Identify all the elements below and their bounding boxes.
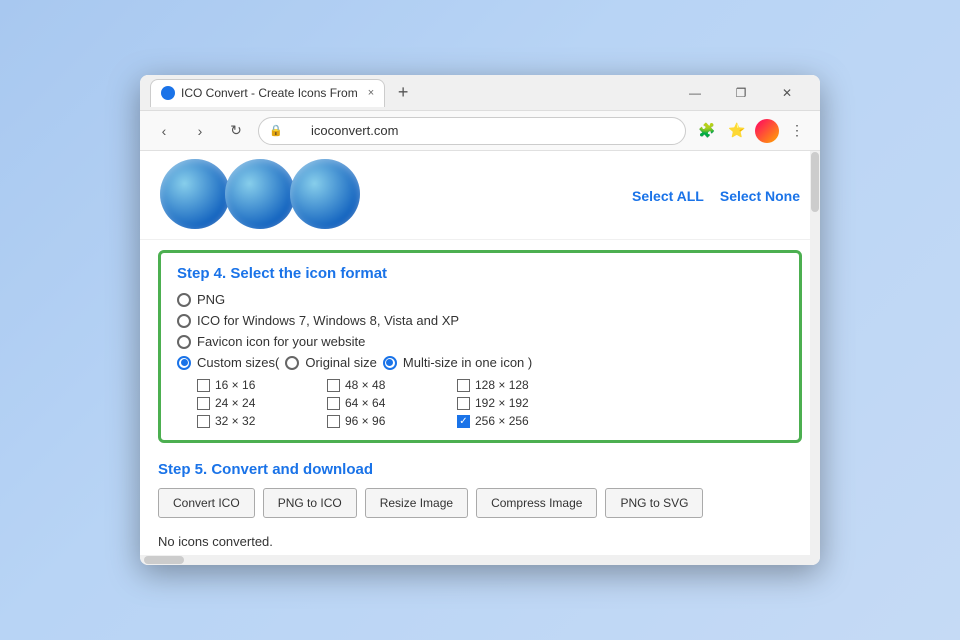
checkbox-128[interactable] xyxy=(457,379,470,392)
checkbox-16[interactable] xyxy=(197,379,210,392)
checkbox-96[interactable] xyxy=(327,415,340,428)
option-png[interactable]: PNG xyxy=(177,292,783,307)
url-text: icoconvert.com xyxy=(311,123,398,138)
address-bar-input[interactable]: 🔒 icoconvert.com xyxy=(258,117,686,145)
horizontal-scrollbar[interactable] xyxy=(140,555,820,565)
radio-png[interactable] xyxy=(177,293,191,307)
profile-icon[interactable] xyxy=(754,118,780,144)
checkbox-48[interactable] xyxy=(327,379,340,392)
size-option-3[interactable]: 24 × 24 xyxy=(197,396,317,410)
checkbox-64[interactable] xyxy=(327,397,340,410)
bookmark-icon[interactable]: ⭐ xyxy=(724,118,750,144)
radio-original-size[interactable] xyxy=(285,356,299,370)
sizes-grid: 16 × 16 48 × 48 128 × 128 24 × 24 64 × 6… xyxy=(197,378,783,428)
png-to-ico-button[interactable]: PNG to ICO xyxy=(263,488,357,518)
tab-close-button[interactable]: × xyxy=(368,87,374,99)
resize-image-button[interactable]: Resize Image xyxy=(365,488,468,518)
radio-custom-sizes[interactable] xyxy=(177,356,191,370)
option-ico-win[interactable]: ICO for Windows 7, Windows 8, Vista and … xyxy=(177,313,783,328)
address-bar: ‹ › ↻ 🔒 icoconvert.com 🧩 ⭐ ⋮ xyxy=(140,111,820,151)
top-section: Select ALL Select None xyxy=(140,151,820,240)
size-option-8[interactable]: ✓ 256 × 256 xyxy=(457,414,577,428)
window-controls: — ❐ ✕ xyxy=(672,75,810,111)
close-button[interactable]: ✕ xyxy=(764,75,810,111)
page-content: Select ALL Select None Step 4. Select th… xyxy=(140,151,820,555)
icon-preview-3 xyxy=(290,159,360,229)
icon-preview-1 xyxy=(160,159,230,229)
size-label-3: 24 × 24 xyxy=(215,396,255,410)
icon-preview-circles xyxy=(160,159,355,229)
size-label-4: 64 × 64 xyxy=(345,396,385,410)
custom-sizes-row: Custom sizes( Original size Multi-size i… xyxy=(177,355,783,370)
active-tab[interactable]: ICO Convert - Create Icons From × xyxy=(150,79,385,107)
step4-box: Step 4. Select the icon format PNG ICO f… xyxy=(158,250,802,443)
reload-button[interactable]: ↻ xyxy=(222,117,250,145)
size-option-0[interactable]: 16 × 16 xyxy=(197,378,317,392)
select-links: Select ALL Select None xyxy=(632,184,800,204)
size-option-5[interactable]: 192 × 192 xyxy=(457,396,577,410)
step4-title: Step 4. Select the icon format xyxy=(177,265,783,282)
size-label-0: 16 × 16 xyxy=(215,378,255,392)
scrollbar-thumb[interactable] xyxy=(811,152,819,212)
tab-favicon xyxy=(161,86,175,100)
vertical-scrollbar[interactable] xyxy=(810,151,820,555)
checkbox-24[interactable] xyxy=(197,397,210,410)
size-label-1: 48 × 48 xyxy=(345,378,385,392)
h-scrollbar-thumb[interactable] xyxy=(144,556,184,564)
png-to-svg-button[interactable]: PNG to SVG xyxy=(605,488,703,518)
select-none-link[interactable]: Select None xyxy=(720,188,800,204)
size-label-2: 128 × 128 xyxy=(475,378,529,392)
original-size-label: Original size xyxy=(305,355,377,370)
restore-button[interactable]: ❐ xyxy=(718,75,764,111)
title-bar: ICO Convert - Create Icons From × + — ❐ … xyxy=(140,75,820,111)
extensions-icon[interactable]: 🧩 xyxy=(694,118,720,144)
option-favicon[interactable]: Favicon icon for your website xyxy=(177,334,783,349)
size-label-8: 256 × 256 xyxy=(475,414,529,428)
size-option-1[interactable]: 48 × 48 xyxy=(327,378,447,392)
step5-section: Step 5. Convert and download Convert ICO… xyxy=(140,453,820,526)
profile-avatar xyxy=(755,119,779,143)
option-ico-win-label: ICO for Windows 7, Windows 8, Vista and … xyxy=(197,313,459,328)
select-all-link[interactable]: Select ALL xyxy=(632,188,704,204)
size-label-5: 192 × 192 xyxy=(475,396,529,410)
minimize-button[interactable]: — xyxy=(672,75,718,111)
option-png-label: PNG xyxy=(197,292,225,307)
checkbox-192[interactable] xyxy=(457,397,470,410)
checkbox-32[interactable] xyxy=(197,415,210,428)
forward-button[interactable]: › xyxy=(186,117,214,145)
size-option-7[interactable]: 96 × 96 xyxy=(327,414,447,428)
convert-buttons: Convert ICO PNG to ICO Resize Image Comp… xyxy=(158,488,802,518)
address-bar-icons: 🧩 ⭐ ⋮ xyxy=(694,118,810,144)
menu-icon[interactable]: ⋮ xyxy=(784,118,810,144)
compress-image-button[interactable]: Compress Image xyxy=(476,488,597,518)
tab-title: ICO Convert - Create Icons From xyxy=(181,86,358,100)
tab-area: ICO Convert - Create Icons From × + xyxy=(150,79,672,107)
size-label-6: 32 × 32 xyxy=(215,414,255,428)
lock-icon: 🔒 xyxy=(269,124,283,137)
multi-size-label: Multi-size in one icon ) xyxy=(403,355,532,370)
browser-window: ICO Convert - Create Icons From × + — ❐ … xyxy=(140,75,820,565)
radio-ico-win[interactable] xyxy=(177,314,191,328)
checkbox-256[interactable]: ✓ xyxy=(457,415,470,428)
step5-title: Step 5. Convert and download xyxy=(158,461,802,478)
convert-ico-button[interactable]: Convert ICO xyxy=(158,488,255,518)
radio-favicon[interactable] xyxy=(177,335,191,349)
back-button[interactable]: ‹ xyxy=(150,117,178,145)
radio-multi-size[interactable] xyxy=(383,356,397,370)
size-option-2[interactable]: 128 × 128 xyxy=(457,378,577,392)
status-text: No icons converted. xyxy=(140,526,820,555)
size-option-4[interactable]: 64 × 64 xyxy=(327,396,447,410)
icon-preview-2 xyxy=(225,159,295,229)
custom-sizes-label: Custom sizes( xyxy=(197,355,279,370)
size-label-7: 96 × 96 xyxy=(345,414,385,428)
new-tab-button[interactable]: + xyxy=(389,79,417,107)
size-option-6[interactable]: 32 × 32 xyxy=(197,414,317,428)
option-favicon-label: Favicon icon for your website xyxy=(197,334,365,349)
